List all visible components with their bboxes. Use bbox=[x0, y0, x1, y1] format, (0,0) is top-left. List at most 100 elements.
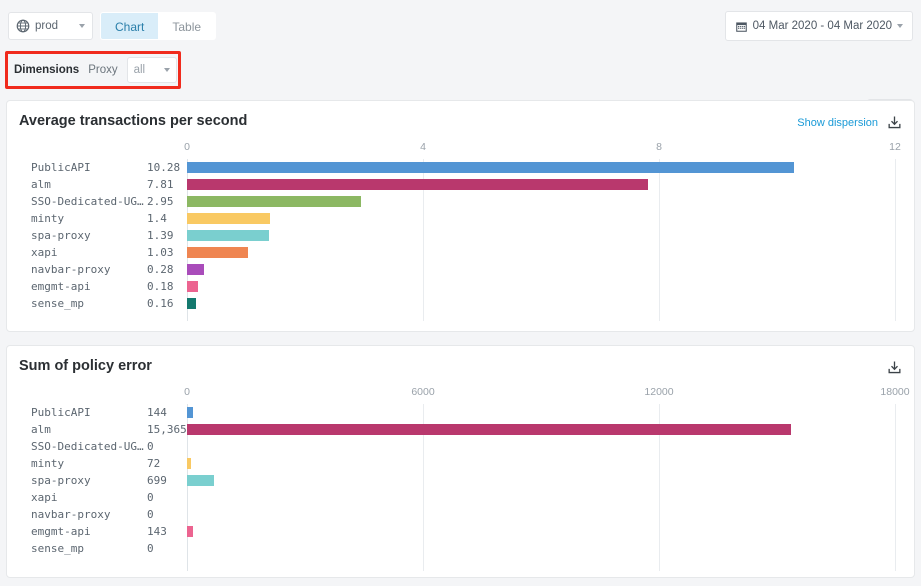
bar-track bbox=[187, 526, 895, 537]
dimension-key-proxy: Proxy bbox=[88, 64, 117, 76]
bar-value-label: 143 bbox=[147, 525, 187, 538]
bar-value-label: 2.95 bbox=[147, 195, 187, 208]
date-range-picker[interactable]: 04 Mar 2020 - 04 Mar 2020 bbox=[725, 11, 913, 41]
bar-category-label: minty bbox=[31, 457, 146, 470]
bar-category-label: navbar-proxy bbox=[31, 263, 146, 276]
bar-category-label: navbar-proxy bbox=[31, 508, 146, 521]
bar-track bbox=[187, 179, 895, 190]
chart-actions: Show dispersion bbox=[797, 115, 902, 130]
date-range-label: 04 Mar 2020 - 04 Mar 2020 bbox=[753, 20, 892, 32]
bar-track bbox=[187, 247, 895, 258]
tab-chart[interactable]: Chart bbox=[101, 13, 158, 40]
x-axis-ticks: 060001200018000 bbox=[7, 386, 914, 402]
bar-track bbox=[187, 509, 895, 520]
environment-selector[interactable]: prod bbox=[8, 12, 93, 40]
chart-title: Average transactions per second bbox=[19, 113, 247, 129]
bar-row[interactable]: navbar-proxy0.28 bbox=[7, 261, 914, 278]
bar-value-label: 0.28 bbox=[147, 263, 187, 276]
bar-track bbox=[187, 281, 895, 292]
bar-row[interactable]: navbar-proxy0 bbox=[7, 506, 914, 523]
bar-row[interactable]: PublicAPI10.28 bbox=[7, 159, 914, 176]
bar-value-label: 0.18 bbox=[147, 280, 187, 293]
bar-track bbox=[187, 407, 895, 418]
bar-category-label: spa-proxy bbox=[31, 229, 146, 242]
bar-value-label: 144 bbox=[147, 406, 187, 419]
bar-category-label: sense_mp bbox=[31, 297, 146, 310]
bar-value-label: 7.81 bbox=[147, 178, 187, 191]
bar-track bbox=[187, 492, 895, 503]
chevron-down-icon bbox=[79, 24, 85, 28]
x-axis-tick-label: 8 bbox=[656, 141, 662, 153]
bar-value-label: 1.39 bbox=[147, 229, 187, 242]
show-dispersion-link[interactable]: Show dispersion bbox=[797, 117, 878, 129]
bar-row[interactable]: PublicAPI144 bbox=[7, 404, 914, 421]
bar-row[interactable]: spa-proxy699 bbox=[7, 472, 914, 489]
bar-row[interactable]: alm7.81 bbox=[7, 176, 914, 193]
bar bbox=[187, 264, 204, 275]
bar-category-label: minty bbox=[31, 212, 146, 225]
bar-category-label: sense_mp bbox=[31, 542, 146, 555]
bar-category-label: PublicAPI bbox=[31, 406, 146, 419]
x-axis-tick-label: 4 bbox=[420, 141, 426, 153]
bar bbox=[187, 475, 214, 486]
bar-value-label: 10.28 bbox=[147, 161, 187, 174]
x-axis-tick-label: 12 bbox=[889, 141, 901, 153]
bar-value-label: 0 bbox=[147, 491, 187, 504]
bar bbox=[187, 458, 191, 469]
bar-row[interactable]: SSO-Dedicated-UG-Pr…0 bbox=[7, 438, 914, 455]
bar-row[interactable]: emgmt-api143 bbox=[7, 523, 914, 540]
bar-row[interactable]: spa-proxy1.39 bbox=[7, 227, 914, 244]
bar-row[interactable]: minty72 bbox=[7, 455, 914, 472]
download-icon[interactable] bbox=[887, 360, 902, 375]
environment-label: prod bbox=[35, 20, 58, 32]
bar bbox=[187, 179, 648, 190]
bar-value-label: 1.4 bbox=[147, 212, 187, 225]
chevron-down-icon bbox=[164, 68, 170, 72]
bar-track bbox=[187, 213, 895, 224]
bar-category-label: xapi bbox=[31, 246, 146, 259]
bar-row[interactable]: minty1.4 bbox=[7, 210, 914, 227]
bar-track bbox=[187, 162, 895, 173]
bar bbox=[187, 281, 198, 292]
bar-row[interactable]: xapi0 bbox=[7, 489, 914, 506]
chart-plot-area: 04812 PublicAPI10.28alm7.81SSO-Dedicated… bbox=[7, 141, 914, 321]
bar bbox=[187, 424, 791, 435]
bar-value-label: 0 bbox=[147, 440, 187, 453]
bar bbox=[187, 407, 193, 418]
bar bbox=[187, 298, 196, 309]
bar-track bbox=[187, 458, 895, 469]
bar-value-label: 15,365 bbox=[147, 423, 187, 436]
calendar-icon bbox=[735, 20, 748, 33]
bar bbox=[187, 526, 193, 537]
bar-row[interactable]: SSO-Dedicated-UG-Pr…2.95 bbox=[7, 193, 914, 210]
bar-row[interactable]: xapi1.03 bbox=[7, 244, 914, 261]
proxy-select-value: all bbox=[134, 64, 146, 76]
bar-track bbox=[187, 298, 895, 309]
dimensions-label: Dimensions bbox=[14, 64, 79, 76]
chart-card-average-transactions: Average transactions per second Show dis… bbox=[6, 100, 915, 332]
bar-row[interactable]: alm15,365 bbox=[7, 421, 914, 438]
bar-category-label: alm bbox=[31, 423, 146, 436]
bar-row[interactable]: sense_mp0.16 bbox=[7, 295, 914, 312]
bar bbox=[187, 162, 794, 173]
x-axis-tick-label: 0 bbox=[184, 386, 190, 398]
x-axis-tick-label: 18000 bbox=[880, 386, 909, 398]
bar-track bbox=[187, 230, 895, 241]
bar-row[interactable]: sense_mp0 bbox=[7, 540, 914, 557]
bar-category-label: alm bbox=[31, 178, 146, 191]
dimensions-control-group: Dimensions Proxy all bbox=[5, 51, 181, 89]
chevron-down-icon bbox=[897, 24, 903, 28]
proxy-select[interactable]: all bbox=[127, 57, 177, 83]
bar-value-label: 72 bbox=[147, 457, 187, 470]
bar-rows: PublicAPI10.28alm7.81SSO-Dedicated-UG-Pr… bbox=[7, 159, 914, 312]
bar-category-label: SSO-Dedicated-UG-Pr… bbox=[31, 195, 146, 208]
bar-track bbox=[187, 475, 895, 486]
tab-table[interactable]: Table bbox=[158, 13, 215, 40]
bar-value-label: 0 bbox=[147, 542, 187, 555]
bar bbox=[187, 230, 269, 241]
bar bbox=[187, 213, 270, 224]
bar-row[interactable]: emgmt-api0.18 bbox=[7, 278, 914, 295]
download-icon[interactable] bbox=[887, 115, 902, 130]
bar-track bbox=[187, 424, 895, 435]
chart-actions bbox=[887, 360, 902, 375]
